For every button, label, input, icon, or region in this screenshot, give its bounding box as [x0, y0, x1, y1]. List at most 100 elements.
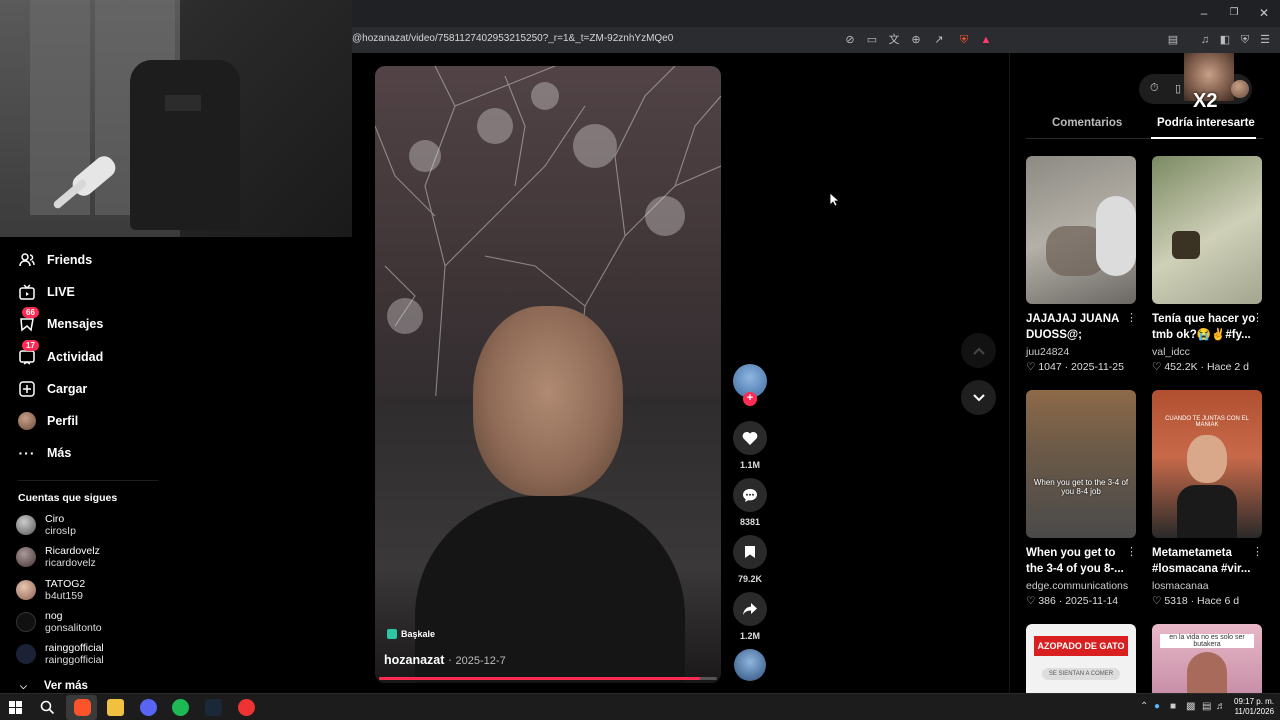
messages-badge: 66 — [22, 307, 39, 318]
more-options-icon[interactable]: ⋮ — [1126, 545, 1137, 558]
more-options-icon[interactable]: ⋮ — [1126, 311, 1137, 324]
avatar[interactable] — [1231, 80, 1249, 98]
phone-icon[interactable]: ▯ — [1175, 82, 1181, 95]
like-button[interactable]: 1.1M — [733, 421, 767, 470]
no-tracking-icon[interactable]: ⊘ — [843, 33, 857, 47]
brave-browser-icon[interactable] — [74, 699, 91, 716]
share-button[interactable]: 1.2M — [733, 592, 767, 641]
sidebar-item-label: LIVE — [47, 285, 75, 299]
comment-button[interactable]: 8381 — [733, 478, 767, 527]
sidebar-item-mensajes[interactable]: 66 Mensajes — [18, 307, 103, 336]
sidebar-item-actividad[interactable]: 17 Actividad — [18, 340, 104, 369]
more-options-icon[interactable]: ⋮ — [1252, 311, 1263, 324]
video-caption: hozanazat · 2025-12-7 — [384, 653, 506, 667]
video-thumbnail[interactable]: CUANDO TE JUNTAS CON EL MANIAK — [1152, 390, 1262, 538]
card-user[interactable]: edge.communications — [1026, 580, 1128, 592]
card-user[interactable]: juu24824 — [1026, 346, 1069, 358]
video-thumbnail[interactable]: When you get to the 3-4 of you 8-4 job — [1026, 390, 1136, 538]
reader-mode-icon[interactable]: ▤ — [1166, 33, 1180, 47]
active-tab-indicator — [1151, 137, 1256, 139]
network-icon[interactable]: ▤ — [1202, 701, 1211, 712]
sidebar-item-perfil[interactable]: Perfil — [18, 409, 78, 433]
video-thumbnail[interactable] — [1152, 156, 1262, 304]
save-count: 79.2K — [737, 574, 763, 584]
discord-icon[interactable] — [140, 699, 157, 716]
video-author[interactable]: hozanazat — [384, 653, 444, 667]
video-player[interactable]: Başkale hozanazat · 2025-12-7 — [375, 66, 721, 683]
file-explorer-icon[interactable] — [107, 699, 124, 716]
tab-comentarios[interactable]: Comentarios — [1052, 117, 1122, 129]
tray-app-icon[interactable]: ▩ — [1186, 701, 1195, 712]
next-video-button[interactable] — [961, 380, 996, 415]
mouse-cursor — [829, 192, 839, 207]
translate-icon[interactable]: 文 — [887, 33, 901, 47]
following-account[interactable]: Ricardovelz ricardovelz — [16, 543, 100, 571]
save-button[interactable]: 79.2K — [733, 535, 767, 584]
author-avatar-button[interactable]: + — [733, 364, 767, 406]
card-title[interactable]: JAJAJAJ JUANA DUOSS@; — [1026, 311, 1134, 343]
close-icon[interactable]: ✕ — [1257, 6, 1271, 20]
brave-shield-icon[interactable]: ⛨ — [957, 33, 971, 47]
following-account[interactable]: nog gonsalitonto — [16, 608, 102, 636]
comment-count: 8381 — [739, 517, 761, 527]
follow-plus-icon[interactable]: + — [743, 392, 757, 406]
sidebar-item-mas[interactable]: ··· Más — [18, 441, 72, 465]
video-thumbnail[interactable] — [1026, 156, 1136, 304]
following-account[interactable]: TATOG2 b4ut159 — [16, 576, 85, 604]
chevron-up-icon[interactable]: ⌃ — [1140, 701, 1148, 712]
heart-outline-icon: ♡ — [1152, 595, 1162, 607]
compass-icon[interactable]: ⏱ — [1150, 82, 1159, 95]
brave-rewards-icon[interactable]: ▲ — [979, 33, 993, 47]
following-account[interactable]: rainggofficial rainggofficial — [16, 640, 104, 668]
tab-podria-interesarte[interactable]: Podría interesarte — [1157, 117, 1255, 129]
sidebar-toggle-icon[interactable]: ◧ — [1218, 33, 1232, 47]
card-user[interactable]: losmacanaa — [1152, 580, 1209, 592]
zoom-icon[interactable]: ⊕ — [909, 33, 923, 47]
tray-app-icon[interactable]: ● — [1154, 701, 1160, 712]
menu-icon[interactable]: ☰ — [1258, 33, 1272, 47]
avatar — [16, 580, 36, 600]
card-title[interactable]: When you get to the 3-4 of you 8-... — [1026, 545, 1134, 577]
chevron-down-icon: ⌵ — [20, 680, 27, 691]
music-disc-icon — [734, 649, 766, 681]
card-title[interactable]: Metametameta #losmacana #vir... — [1152, 545, 1260, 577]
restore-icon[interactable]: ❐ — [1227, 6, 1241, 20]
sidebar-item-live[interactable]: LIVE — [18, 280, 75, 304]
sidebar-item-label: Cargar — [47, 382, 88, 396]
more-options-icon[interactable]: ⋮ — [1252, 545, 1263, 558]
video-progress-track[interactable] — [379, 677, 717, 680]
obs-icon[interactable] — [238, 699, 255, 716]
steam-icon[interactable] — [205, 699, 222, 716]
media-icon[interactable]: ♫ — [1198, 33, 1212, 47]
share-icon[interactable]: ↗ — [932, 33, 946, 47]
card-meta: ♡ 1047 · 2025-11-25 — [1026, 361, 1124, 373]
spotify-icon[interactable] — [172, 699, 189, 716]
minimize-icon[interactable]: – — [1197, 6, 1211, 20]
card-title[interactable]: Tenía que hacer yo tmb ok?😭✌#fy... — [1152, 311, 1260, 343]
sidebar-item-friends[interactable]: Friends — [18, 248, 92, 272]
card-user[interactable]: val_idcc — [1152, 346, 1190, 358]
location-pin-icon — [387, 629, 397, 639]
activity-icon: 17 — [18, 340, 39, 366]
see-more-button[interactable]: ⌵ Ver más — [20, 680, 88, 692]
video-thumbnail[interactable]: AZOPADO DE GATO SE SIENTAN A COMER — [1026, 624, 1136, 693]
like-count: 1.1M — [739, 460, 760, 470]
windows-start-icon[interactable] — [9, 701, 22, 714]
system-clock[interactable]: 09:17 p. m. 11/01/2026 — [1234, 697, 1274, 717]
sidebar-item-cargar[interactable]: Cargar — [18, 377, 87, 401]
cast-icon[interactable]: ▭ — [865, 33, 879, 47]
chevron-up-icon — [972, 347, 985, 355]
vpn-icon[interactable]: ⛨ — [1238, 33, 1252, 47]
following-account[interactable]: Ciro cirosIp — [16, 511, 76, 539]
url-text[interactable]: @hozanazat/video/7581127402953215250?_r=… — [352, 33, 673, 44]
sidebar-item-label: Actividad — [47, 350, 104, 364]
profile-icon — [18, 412, 36, 430]
previous-video-button[interactable] — [961, 333, 996, 368]
search-icon[interactable] — [40, 700, 55, 715]
location-tag[interactable]: Başkale — [387, 629, 435, 639]
video-thumbnail[interactable]: en la vida no es solo ser butakera — [1152, 624, 1262, 693]
avatar — [16, 612, 36, 632]
music-disc-button[interactable] — [733, 649, 767, 681]
volume-icon[interactable]: ♬ — [1216, 701, 1226, 712]
tray-app-icon[interactable]: ■ — [1170, 701, 1176, 712]
